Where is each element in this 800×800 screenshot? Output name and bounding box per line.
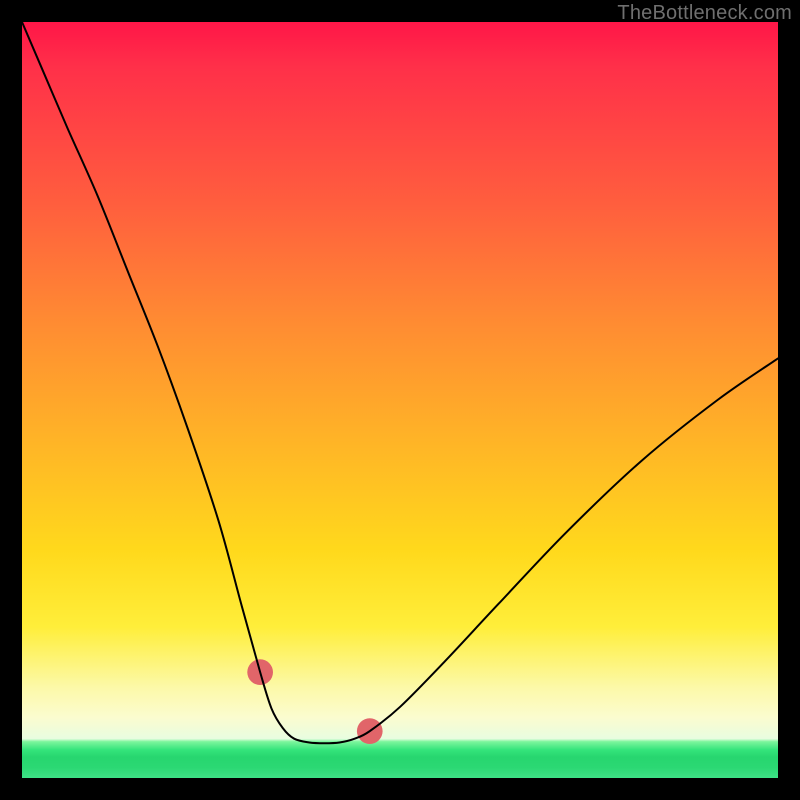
- pink-valley-line: [260, 672, 370, 743]
- watermark-text: TheBottleneck.com: [617, 2, 792, 25]
- plot-area: [22, 22, 778, 778]
- pink-valley-highlight: [247, 659, 382, 744]
- chart-svg: [22, 22, 778, 778]
- chart-stage: TheBottleneck.com: [0, 0, 800, 800]
- black-curve: [22, 22, 778, 743]
